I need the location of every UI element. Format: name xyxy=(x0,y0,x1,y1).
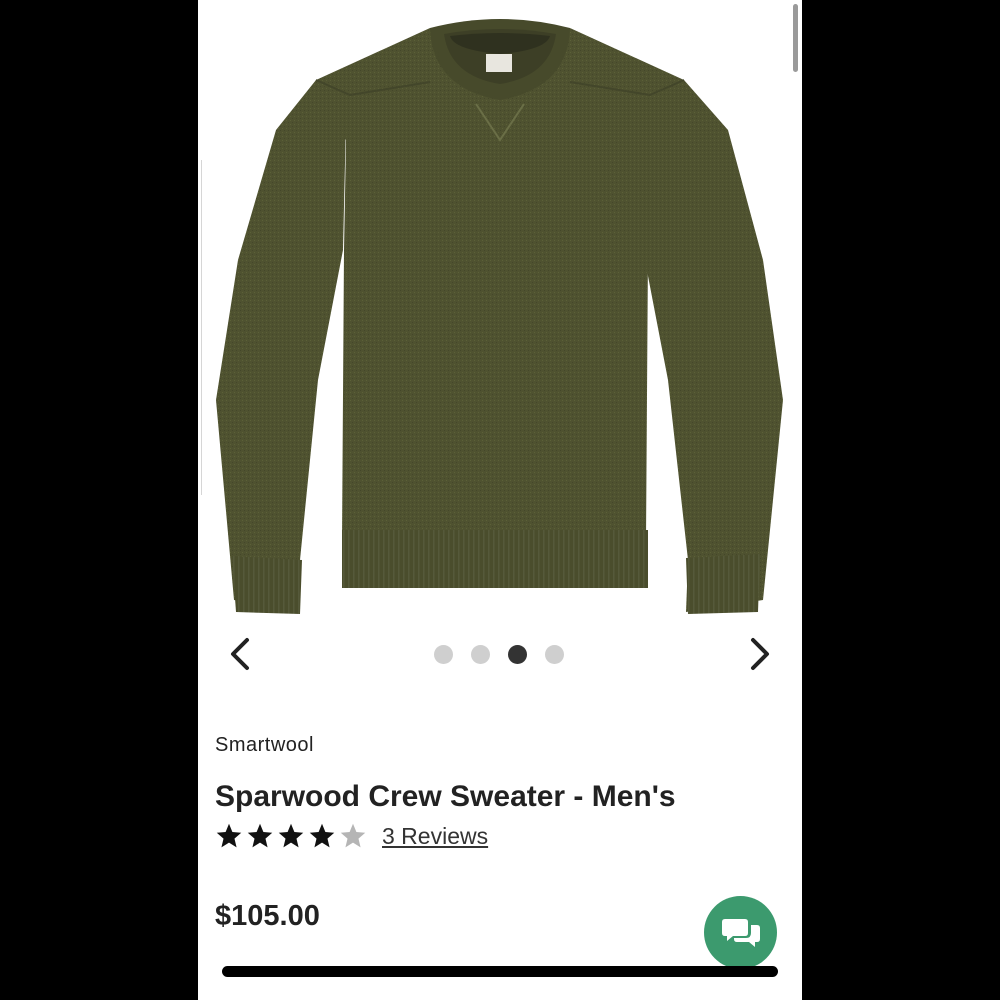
sweater-right-sleeve xyxy=(638,80,783,612)
sweater-label xyxy=(486,54,512,72)
carousel-prev-button[interactable] xyxy=(220,634,260,674)
product-page: Smartwool Sparwood Crew Sweater - Men's … xyxy=(198,0,802,1000)
star-filled-icon xyxy=(278,823,304,848)
sweater-right-cuff xyxy=(686,554,760,614)
chevron-left-icon xyxy=(231,638,249,670)
chevron-right-icon xyxy=(751,638,769,670)
sweater-body xyxy=(316,28,684,540)
carousel-dot-active[interactable] xyxy=(508,645,527,664)
brand-name[interactable]: Smartwool xyxy=(215,734,314,757)
reviews-link[interactable]: 3 Reviews xyxy=(382,823,488,850)
carousel-dot[interactable] xyxy=(434,645,453,664)
sweater-hem xyxy=(342,530,648,588)
chat-bubbles-icon xyxy=(721,918,760,947)
carousel-dots xyxy=(434,645,564,664)
star-filled-icon xyxy=(309,823,335,848)
carousel-dot[interactable] xyxy=(545,645,564,664)
sweater-left-cuff xyxy=(232,556,302,614)
product-title: Sparwood Crew Sweater - Men's xyxy=(215,780,676,813)
star-filled-icon xyxy=(216,823,242,848)
chat-button[interactable] xyxy=(704,896,777,969)
carousel-next-button[interactable] xyxy=(740,634,780,674)
rating-row: 3 Reviews xyxy=(215,822,488,850)
product-image xyxy=(216,19,783,614)
sweater-left-sleeve xyxy=(216,80,346,612)
star-empty-icon xyxy=(340,823,366,848)
home-indicator xyxy=(222,966,778,977)
star-filled-icon xyxy=(247,823,273,848)
product-price: $105.00 xyxy=(215,900,320,932)
carousel-dot[interactable] xyxy=(471,645,490,664)
